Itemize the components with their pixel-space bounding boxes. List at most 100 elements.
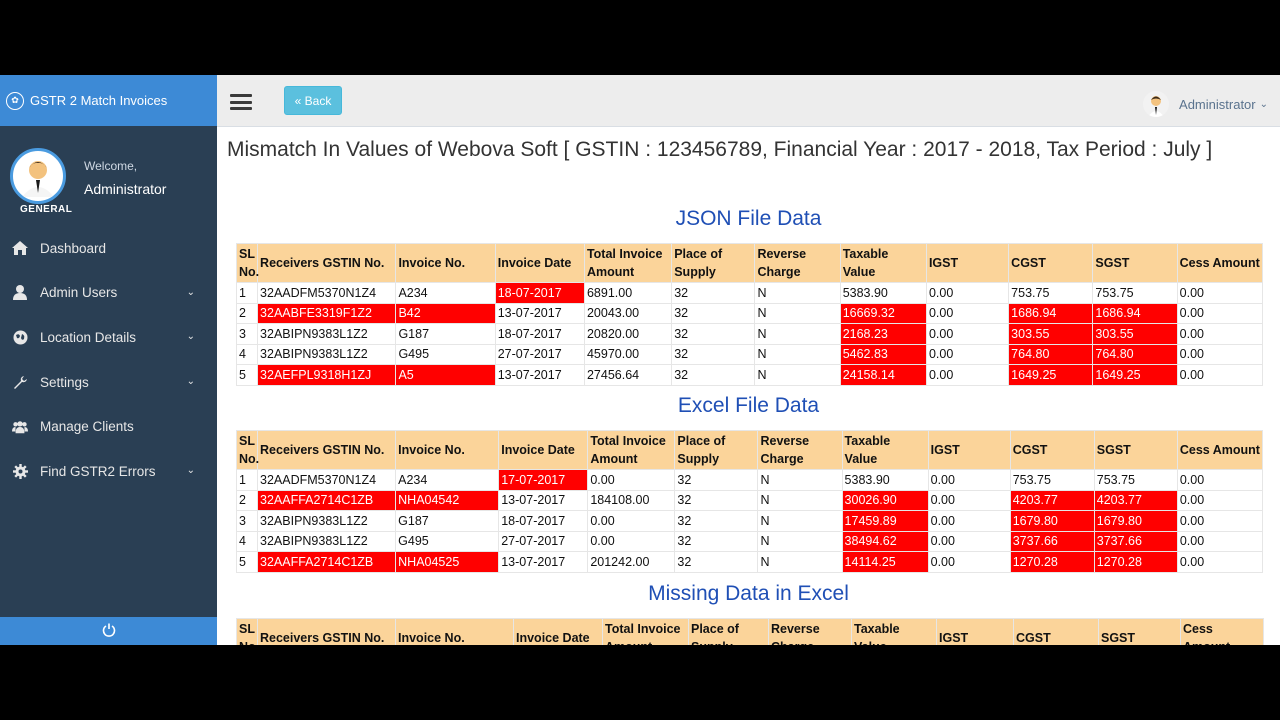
table-cell: 32 [674,551,759,573]
table-row: 4 32ABIPN9383L1Z2 G495 27-07-2017 0.00 32 N 384… [235,530,1264,552]
table-cell: 0.00 [587,530,676,552]
gear-icon [12,463,28,479]
menu-toggle-icon[interactable] [230,94,252,114]
app-title: GSTR 2 Match Invoices [30,93,168,108]
table-cell: A234 [395,469,500,491]
table-cell: 13-07-2017 [494,364,585,386]
table-cell: 18-07-2017 [498,510,589,532]
main-content: Mismatch In Values of Webova Soft [ GSTI… [217,127,1280,645]
column-header: Cess Amount [1176,430,1264,470]
table-cell: G187 [395,510,500,532]
table-cell: 0.00 [927,551,1011,573]
table-cell: 14114.25 [841,551,929,573]
column-header: Place of Supply [688,618,769,645]
back-button[interactable]: « Back [284,86,342,115]
column-header: Place of Supply [671,243,756,283]
table-cell: 753.75 [1093,469,1178,491]
table-cell: 0.00 [1176,489,1264,511]
column-header: Invoice Date [498,430,589,470]
column-header: Invoice Date [494,243,585,283]
table-cell: 3737.66 [1093,530,1178,552]
column-header: IGST [927,430,1011,470]
globe-icon [12,329,28,345]
table-header-row: SL No.Receivers GSTIN No.Invoice No.Invo… [236,618,1264,645]
table-cell: 4 [235,343,259,365]
table-cell: 32 [674,510,759,532]
table-cell: 0.00 [925,343,1010,365]
table-cell: B42 [395,302,496,324]
user-icon [12,285,28,301]
sidebar-item-label: Manage Clients [40,419,134,435]
column-header: Receivers GSTIN No. [257,243,397,283]
column-header: SGST [1093,430,1178,470]
table-cell: 32AEFPL9318H1ZJ [257,364,397,386]
table-cell: N [757,489,843,511]
column-header: Taxable Value [851,618,937,645]
table-cell: 32AABFE3319F1Z2 [257,302,397,324]
logout-button[interactable] [0,617,217,645]
table-cell: 13-07-2017 [498,551,589,573]
sidebar-item-manage-clients[interactable]: Manage Clients [0,404,217,449]
table-cell: 13-07-2017 [498,489,589,511]
table-cell: 0.00 [925,282,1010,304]
sidebar-item-dashboard[interactable]: Dashboard [0,226,217,271]
table-cell: 0.00 [927,489,1011,511]
table-cell: 38494.62 [841,530,929,552]
table-cell: 17-07-2017 [498,469,589,491]
table-cell: 303.55 [1008,323,1094,345]
power-icon [102,623,116,640]
table-cell: 0.00 [1176,282,1264,304]
sidebar-item-find-gstr2-errors[interactable]: Find GSTR2 Errors ⌄ [0,449,217,494]
column-header: Reverse Charge [757,430,843,470]
excel-data-table: SL No. Receivers GSTIN No. Invoice No. Invo… [235,430,1264,573]
table-cell: NHA04525 [395,551,500,573]
table-cell: 32 [671,343,756,365]
table-cell: 0.00 [1176,510,1264,532]
sidebar-item-admin-users[interactable]: Admin Users ⌄ [0,271,217,316]
table-row: 3 32ABIPN9383L1Z2 G187 18-07-2017 0.00 32 N 174… [235,510,1264,532]
table-cell: 1 [235,469,259,491]
column-header: Total Invoice Amount [583,243,673,283]
table-cell: 32 [674,530,759,552]
profile-name: Administrator [84,181,167,197]
top-navbar: « Back Administrator ⌄ [217,75,1280,127]
table-cell: 32AAFFA2714C1ZB [257,551,397,573]
missing-section-title: Missing Data in Excel [648,582,849,605]
table-cell: 0.00 [1176,323,1264,345]
table-cell: 32AADFM5370N1Z4 [257,282,397,304]
table-cell: 5383.90 [841,469,929,491]
sidebar-item-location-details[interactable]: Location Details ⌄ [0,315,217,360]
table-cell: 32 [671,323,756,345]
column-header: CGST [1009,430,1095,470]
table-cell: 32ABIPN9383L1Z2 [257,510,397,532]
column-header: Receivers GSTIN No. [257,430,397,470]
table-cell: G187 [395,323,496,345]
excel-section-title: Excel File Data [677,394,820,417]
table-cell: 753.75 [1092,282,1178,304]
table-row: 2 32AAFFA2714C1ZB NHA04542 13-07-2017 184108… [235,489,1264,511]
table-cell: 0.00 [1176,551,1264,573]
column-header: SL No. [235,243,259,283]
column-header: Invoice No. [395,618,514,645]
table-row: 4 32ABIPN9383L1Z2 G495 27-07-2017 45970.00 32… [235,343,1264,365]
user-menu[interactable]: Administrator ⌄ [1143,91,1268,117]
table-cell: 0.00 [1176,302,1264,324]
table-cell: 18-07-2017 [494,323,585,345]
sidebar-item-label: Dashboard [40,240,107,256]
table-cell: N [754,323,841,345]
brand-header[interactable]: ✿ GSTR 2 Match Invoices [0,75,217,126]
page-title: Mismatch In Values of Webova Soft [ GSTI… [227,138,1213,161]
table-cell: 16669.32 [839,302,927,324]
sidebar-item-settings[interactable]: Settings ⌄ [0,360,217,405]
table-cell: G495 [395,343,496,365]
table-cell: 32AAFFA2714C1ZB [257,489,397,511]
column-header: IGST [925,243,1010,283]
table-cell: 0.00 [1176,343,1264,365]
column-header: Invoice No. [395,430,500,470]
chevron-down-icon: ⌄ [186,375,195,387]
column-header: CGST [1008,243,1094,283]
sidebar-item-label: Settings [40,374,89,390]
table-cell: 764.80 [1092,343,1178,365]
table-cell: N [757,551,843,573]
user-menu-label: Administrator [1179,96,1256,112]
